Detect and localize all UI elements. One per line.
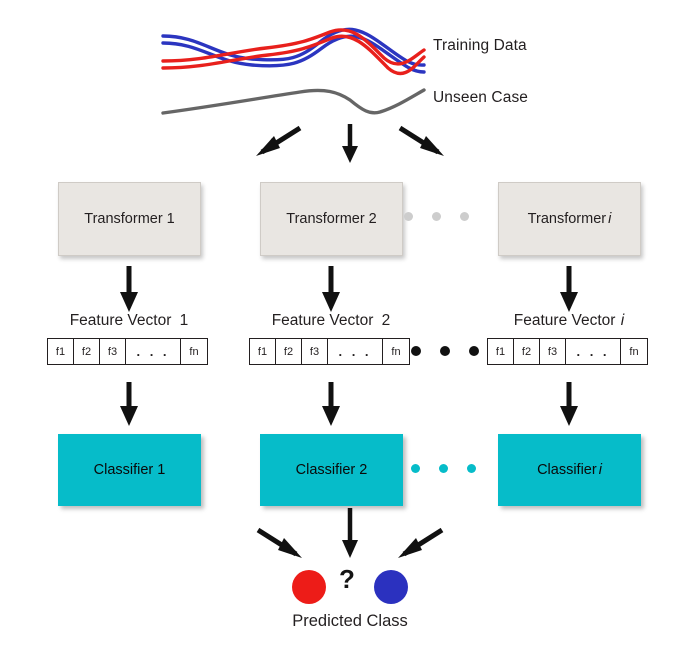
feature-vector-cells-1[interactable]: f1 f2 f3 . . . fn xyxy=(47,338,208,365)
transformer-row-ellipsis xyxy=(404,212,469,221)
feature-vector-cells-2[interactable]: f1 f2 f3 . . . fn xyxy=(249,338,410,365)
predicted-class-red-circle xyxy=(292,570,326,604)
feature-cell: f3 xyxy=(540,339,566,364)
diagram-canvas: Training Data Unseen Case Transformer 1 … xyxy=(0,0,700,669)
predicted-class-blue-circle xyxy=(374,570,408,604)
arrow-transformeri-to-featurevectori xyxy=(560,266,578,312)
feature-cell: f1 xyxy=(250,339,276,364)
converge-arrow-center xyxy=(342,508,358,558)
transformer-i-index: i xyxy=(608,211,612,227)
classifier-row-ellipsis xyxy=(411,464,476,473)
transformer-i-label: Transformer xyxy=(527,211,607,227)
feature-cell: f1 xyxy=(48,339,74,364)
classifier-box-i[interactable]: Classifier i xyxy=(498,434,641,506)
classifier-2-label: Classifier xyxy=(295,462,356,478)
ellipsis-dot xyxy=(439,464,448,473)
feature-vector-i-label: Feature Vector xyxy=(513,312,616,329)
training-curve-red-2 xyxy=(161,34,426,76)
converge-arrow-left xyxy=(256,527,302,558)
feature-vector-1-label: Feature Vector xyxy=(69,312,172,329)
feature-vector-title-1: Feature Vector 1 xyxy=(44,312,214,330)
classifier-1-label: Classifier xyxy=(93,462,154,478)
transformer-2-label: Transformer xyxy=(286,211,365,227)
feature-vector-i-index: i xyxy=(620,312,625,329)
classifier-i-index: i xyxy=(598,462,602,478)
feature-vector-cells-i[interactable]: f1 f2 f3 . . . fn xyxy=(487,338,648,365)
transformer-1-index: 1 xyxy=(166,211,175,227)
classifier-box-1[interactable]: Classifier 1 xyxy=(58,434,201,506)
prediction-question-mark: ? xyxy=(339,564,355,594)
ellipsis-dot xyxy=(469,346,479,356)
transformer-box-i[interactable]: Transformer i xyxy=(498,182,641,256)
transformer-1-label: Transformer xyxy=(84,211,163,227)
classifier-1-index: 1 xyxy=(157,462,166,478)
feature-vector-2-label: Feature Vector xyxy=(271,312,374,329)
feature-cell-ellipsis: . . . xyxy=(328,339,383,364)
feature-cell: f2 xyxy=(276,339,302,364)
ellipsis-dot xyxy=(411,464,420,473)
unseen-case-curve xyxy=(161,88,426,115)
transformer-2-index: 2 xyxy=(368,211,377,227)
ellipsis-dot xyxy=(404,212,413,221)
ellipsis-dot xyxy=(411,346,421,356)
arrow-featurevector1-to-classifier1 xyxy=(120,382,138,426)
training-curves-illustration xyxy=(161,27,426,115)
feature-cell: f3 xyxy=(100,339,126,364)
training-data-label: Training Data xyxy=(433,37,527,54)
feature-vector-title-2: Feature Vector 2 xyxy=(246,312,416,330)
feature-cell: f2 xyxy=(514,339,540,364)
feature-cell-ellipsis: . . . xyxy=(566,339,621,364)
unseen-case-label: Unseen Case xyxy=(433,89,529,106)
feature-cell: f3 xyxy=(302,339,328,364)
feature-cell: fn xyxy=(189,345,199,358)
predicted-class-label: Predicted Class xyxy=(292,612,408,630)
feature-cell-ellipsis: . . . xyxy=(126,339,181,364)
transformer-box-2[interactable]: Transformer 2 xyxy=(260,182,403,256)
classifier-box-2[interactable]: Classifier 2 xyxy=(260,434,403,506)
ellipsis-dot xyxy=(460,212,469,221)
classifier-2-index: 2 xyxy=(359,462,368,478)
feature-cell: f2 xyxy=(74,339,100,364)
ellipsis-dot xyxy=(432,212,441,221)
arrow-transformer1-to-featurevector1 xyxy=(120,266,138,312)
feature-cell: f1 xyxy=(488,339,514,364)
feature-cell: fn xyxy=(629,345,639,358)
feature-vector-row-ellipsis xyxy=(411,346,479,356)
arrow-featurevector2-to-classifier2 xyxy=(322,382,340,426)
ellipsis-dot xyxy=(440,346,450,356)
arrow-transformer2-to-featurevector2 xyxy=(322,266,340,312)
feature-vector-2-index: 2 xyxy=(381,312,391,329)
converge-arrow-right xyxy=(398,527,444,558)
arrow-featurevectori-to-classifieri xyxy=(560,382,578,426)
classifier-i-label: Classifier xyxy=(537,462,597,478)
transformer-box-1[interactable]: Transformer 1 xyxy=(58,182,201,256)
feature-vector-title-i: Feature Vector i xyxy=(484,312,654,330)
ellipsis-dot xyxy=(467,464,476,473)
feature-cell: fn xyxy=(391,345,401,358)
feature-vector-1-index: 1 xyxy=(179,312,189,329)
